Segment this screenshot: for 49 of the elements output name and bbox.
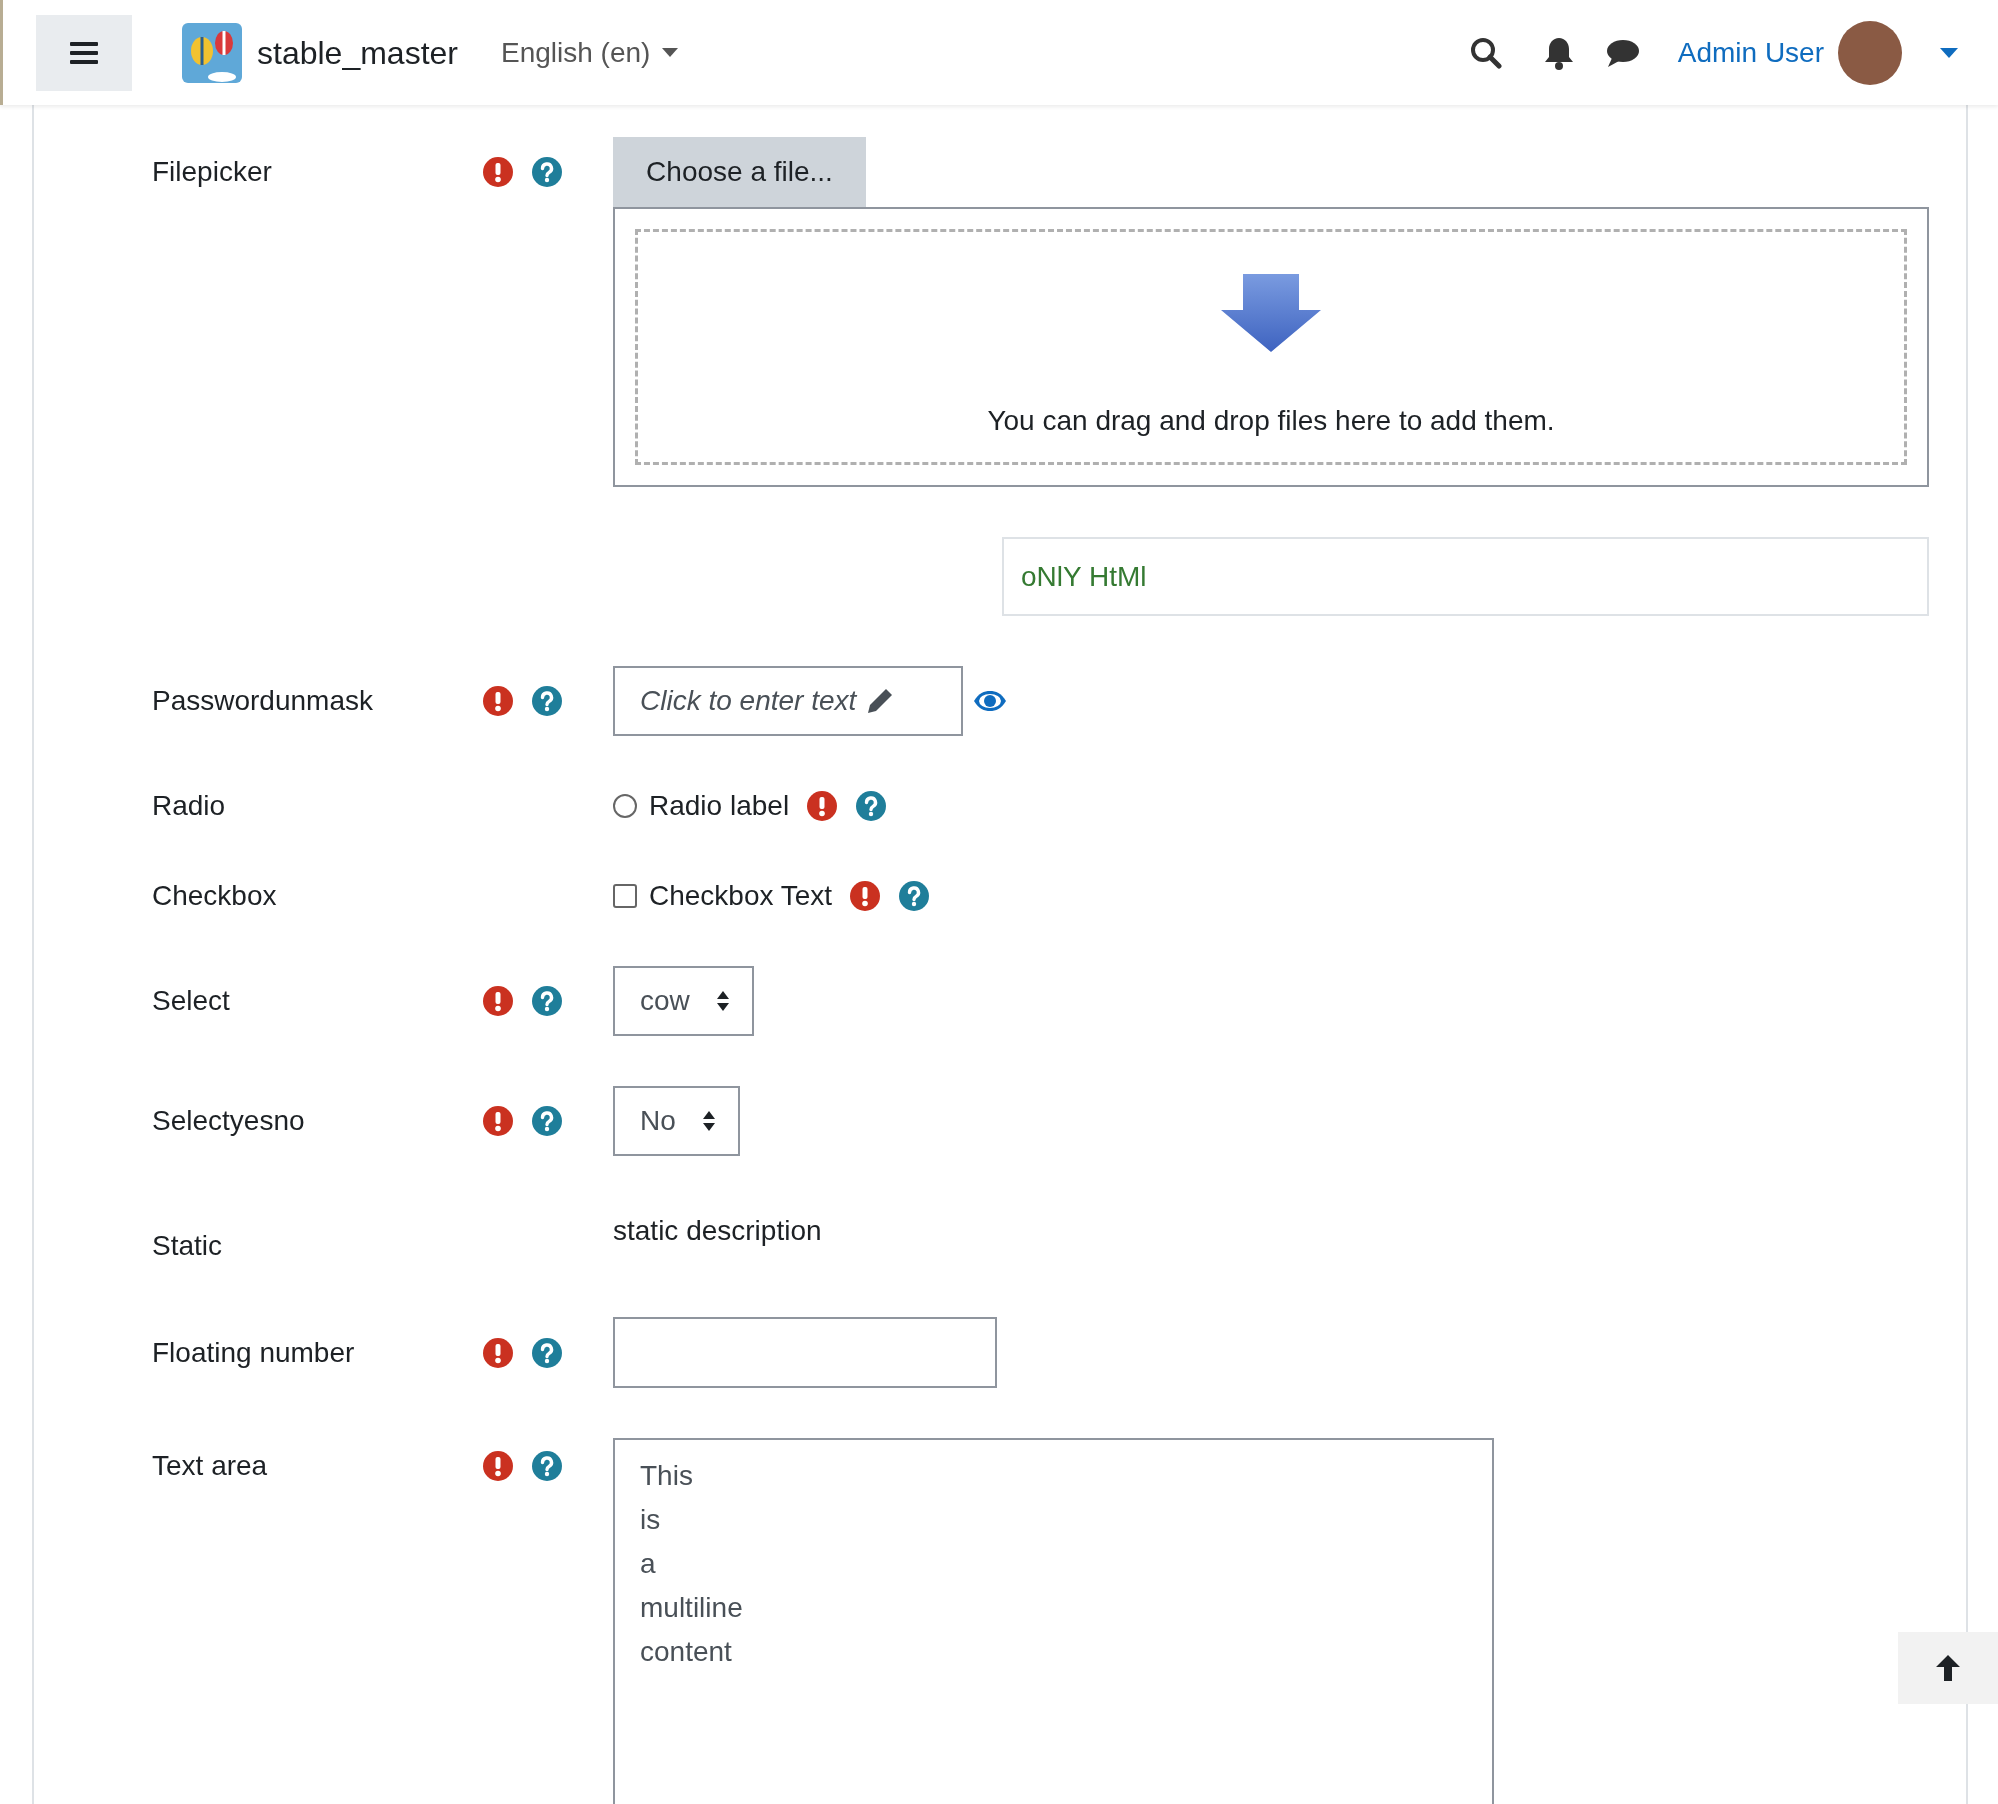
field-label: Static (152, 1229, 223, 1263)
field-label: Checkbox (152, 879, 277, 913)
field-label: Selectyesno (152, 1104, 305, 1138)
option-label[interactable]: Radio label (649, 785, 790, 827)
pencil-icon (866, 687, 895, 715)
arrow-up-icon (1934, 1653, 1962, 1683)
user-name[interactable]: Admin User (1677, 31, 1824, 74)
drop-hint: You can drag and drop files here to add them. (987, 404, 1555, 438)
select-arrows-icon (701, 1110, 716, 1132)
search-icon[interactable] (1469, 36, 1502, 69)
radio-button[interactable] (613, 794, 637, 818)
menu-icon (70, 40, 98, 65)
bell-icon[interactable] (1543, 35, 1574, 70)
help-icon[interactable] (532, 686, 562, 716)
password-field[interactable]: Click to enter text (613, 666, 963, 736)
field-label: Radio (152, 789, 226, 823)
help-icon[interactable] (532, 1106, 562, 1136)
select-arrows-icon (715, 990, 730, 1012)
help-icon[interactable] (532, 1451, 562, 1481)
arrow-down-icon (1221, 274, 1321, 352)
site-name[interactable]: stable_master (257, 28, 458, 77)
help-icon[interactable] (532, 1337, 562, 1368)
chat-icon[interactable] (1605, 37, 1640, 68)
field-label: Filepicker (152, 155, 272, 189)
caret-icon (662, 48, 679, 57)
choose-file-button[interactable]: Choose a file... (613, 137, 866, 207)
language-menu[interactable]: English (en) (501, 31, 679, 74)
select-dropdown[interactable]: No (613, 1086, 740, 1156)
number-field[interactable] (613, 1317, 997, 1388)
option-label[interactable]: Checkbox Text (649, 875, 833, 917)
scroll-to-top-button[interactable] (1898, 1632, 1998, 1704)
checkbox[interactable] (613, 884, 637, 908)
menu-button[interactable] (36, 14, 132, 91)
caret-icon[interactable] (1940, 47, 1958, 58)
help-icon[interactable] (532, 986, 562, 1016)
help-icon[interactable] (532, 157, 562, 187)
file-drop-zone[interactable]: You can drag and drop files here to add them. (613, 207, 1929, 487)
accepted-types-note: oNlY HtMl (1002, 537, 1929, 616)
select-dropdown[interactable]: cow (613, 966, 754, 1036)
field-label: Text area (152, 1449, 268, 1483)
static-text: static description (613, 1214, 822, 1248)
field-label: Passwordunmask (152, 684, 373, 718)
balloons-logo (182, 22, 242, 83)
eye-icon[interactable] (973, 690, 1007, 712)
text-area[interactable]: This is a multiline content (613, 1438, 1494, 1804)
help-icon[interactable] (856, 791, 887, 821)
help-icon[interactable] (899, 881, 930, 911)
field-label: Select (152, 984, 230, 1018)
field-label: Floating number (152, 1335, 355, 1370)
